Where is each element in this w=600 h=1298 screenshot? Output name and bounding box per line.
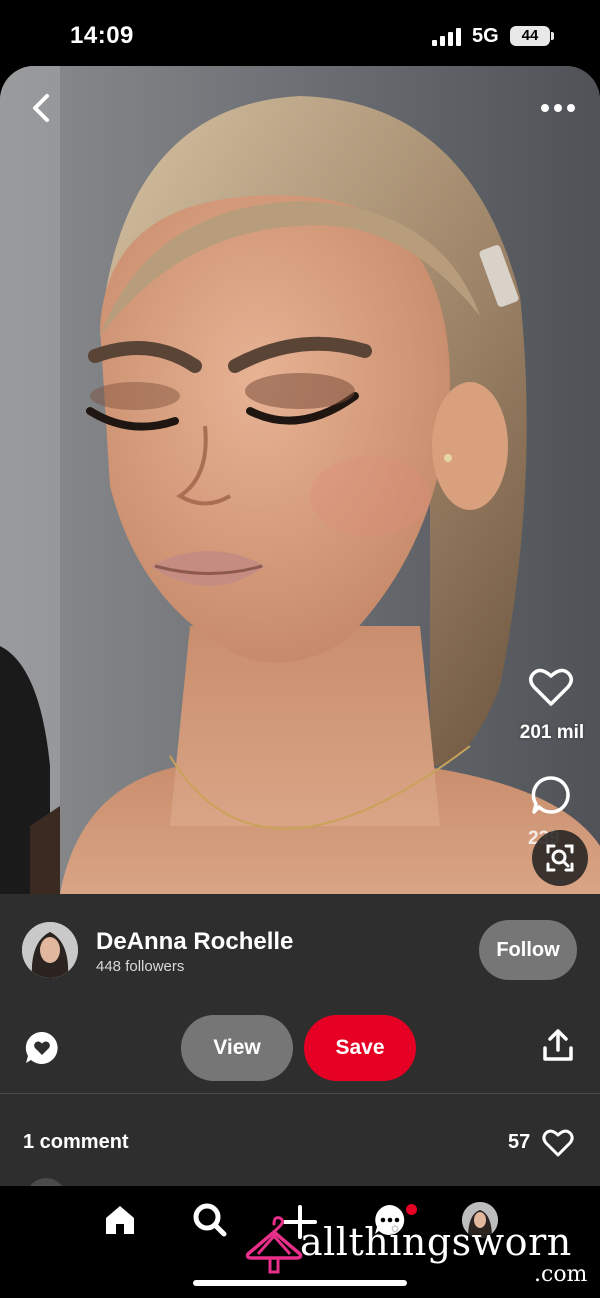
view-button[interactable]: View	[181, 1015, 293, 1081]
visual-search-button[interactable]	[532, 830, 588, 886]
status-time: 14:09	[70, 22, 134, 49]
watermark-suffix: .com	[534, 1262, 588, 1287]
status-bar: 14:09 5G 44	[0, 0, 600, 66]
search-icon[interactable]	[192, 1202, 228, 1238]
watermark: allthingsworn .com	[244, 1212, 594, 1292]
reaction-count: 57	[508, 1131, 531, 1153]
like-button[interactable]	[528, 666, 574, 708]
battery-icon: 44	[510, 26, 550, 46]
like-count: 201 mil	[519, 722, 585, 743]
signal-icon	[432, 28, 461, 46]
comments-count-label[interactable]: 1 comment	[23, 1131, 129, 1154]
share-button[interactable]	[540, 1028, 576, 1064]
battery-level: 44	[521, 27, 539, 44]
portrait-photo	[0, 66, 600, 894]
watermark-brand: allthingsworn	[300, 1220, 572, 1264]
battery-tip	[551, 32, 554, 40]
send-message-button[interactable]	[24, 1030, 60, 1066]
avatar-photo	[22, 922, 78, 978]
save-button[interactable]: Save	[304, 1015, 416, 1081]
pin-image[interactable]: 201 mil 239	[0, 66, 600, 894]
creator-followers: 448 followers	[96, 958, 185, 975]
comment-button[interactable]	[530, 774, 572, 816]
hanger-logo-icon	[245, 1216, 303, 1274]
follow-button[interactable]: Follow	[479, 920, 577, 980]
creator-avatar[interactable]	[22, 922, 78, 978]
back-button[interactable]	[24, 90, 60, 126]
lens-search-icon	[546, 844, 574, 872]
pin-details-sheet: DeAnna Rochelle 448 followers Follow Vie…	[0, 894, 600, 1198]
section-divider	[0, 1093, 600, 1094]
network-label: 5G	[472, 25, 499, 47]
creator-name[interactable]: DeAnna Rochelle	[96, 928, 293, 956]
heart-icon[interactable]	[542, 1128, 574, 1158]
more-options-button[interactable]	[538, 98, 578, 118]
home-icon[interactable]	[102, 1202, 138, 1238]
